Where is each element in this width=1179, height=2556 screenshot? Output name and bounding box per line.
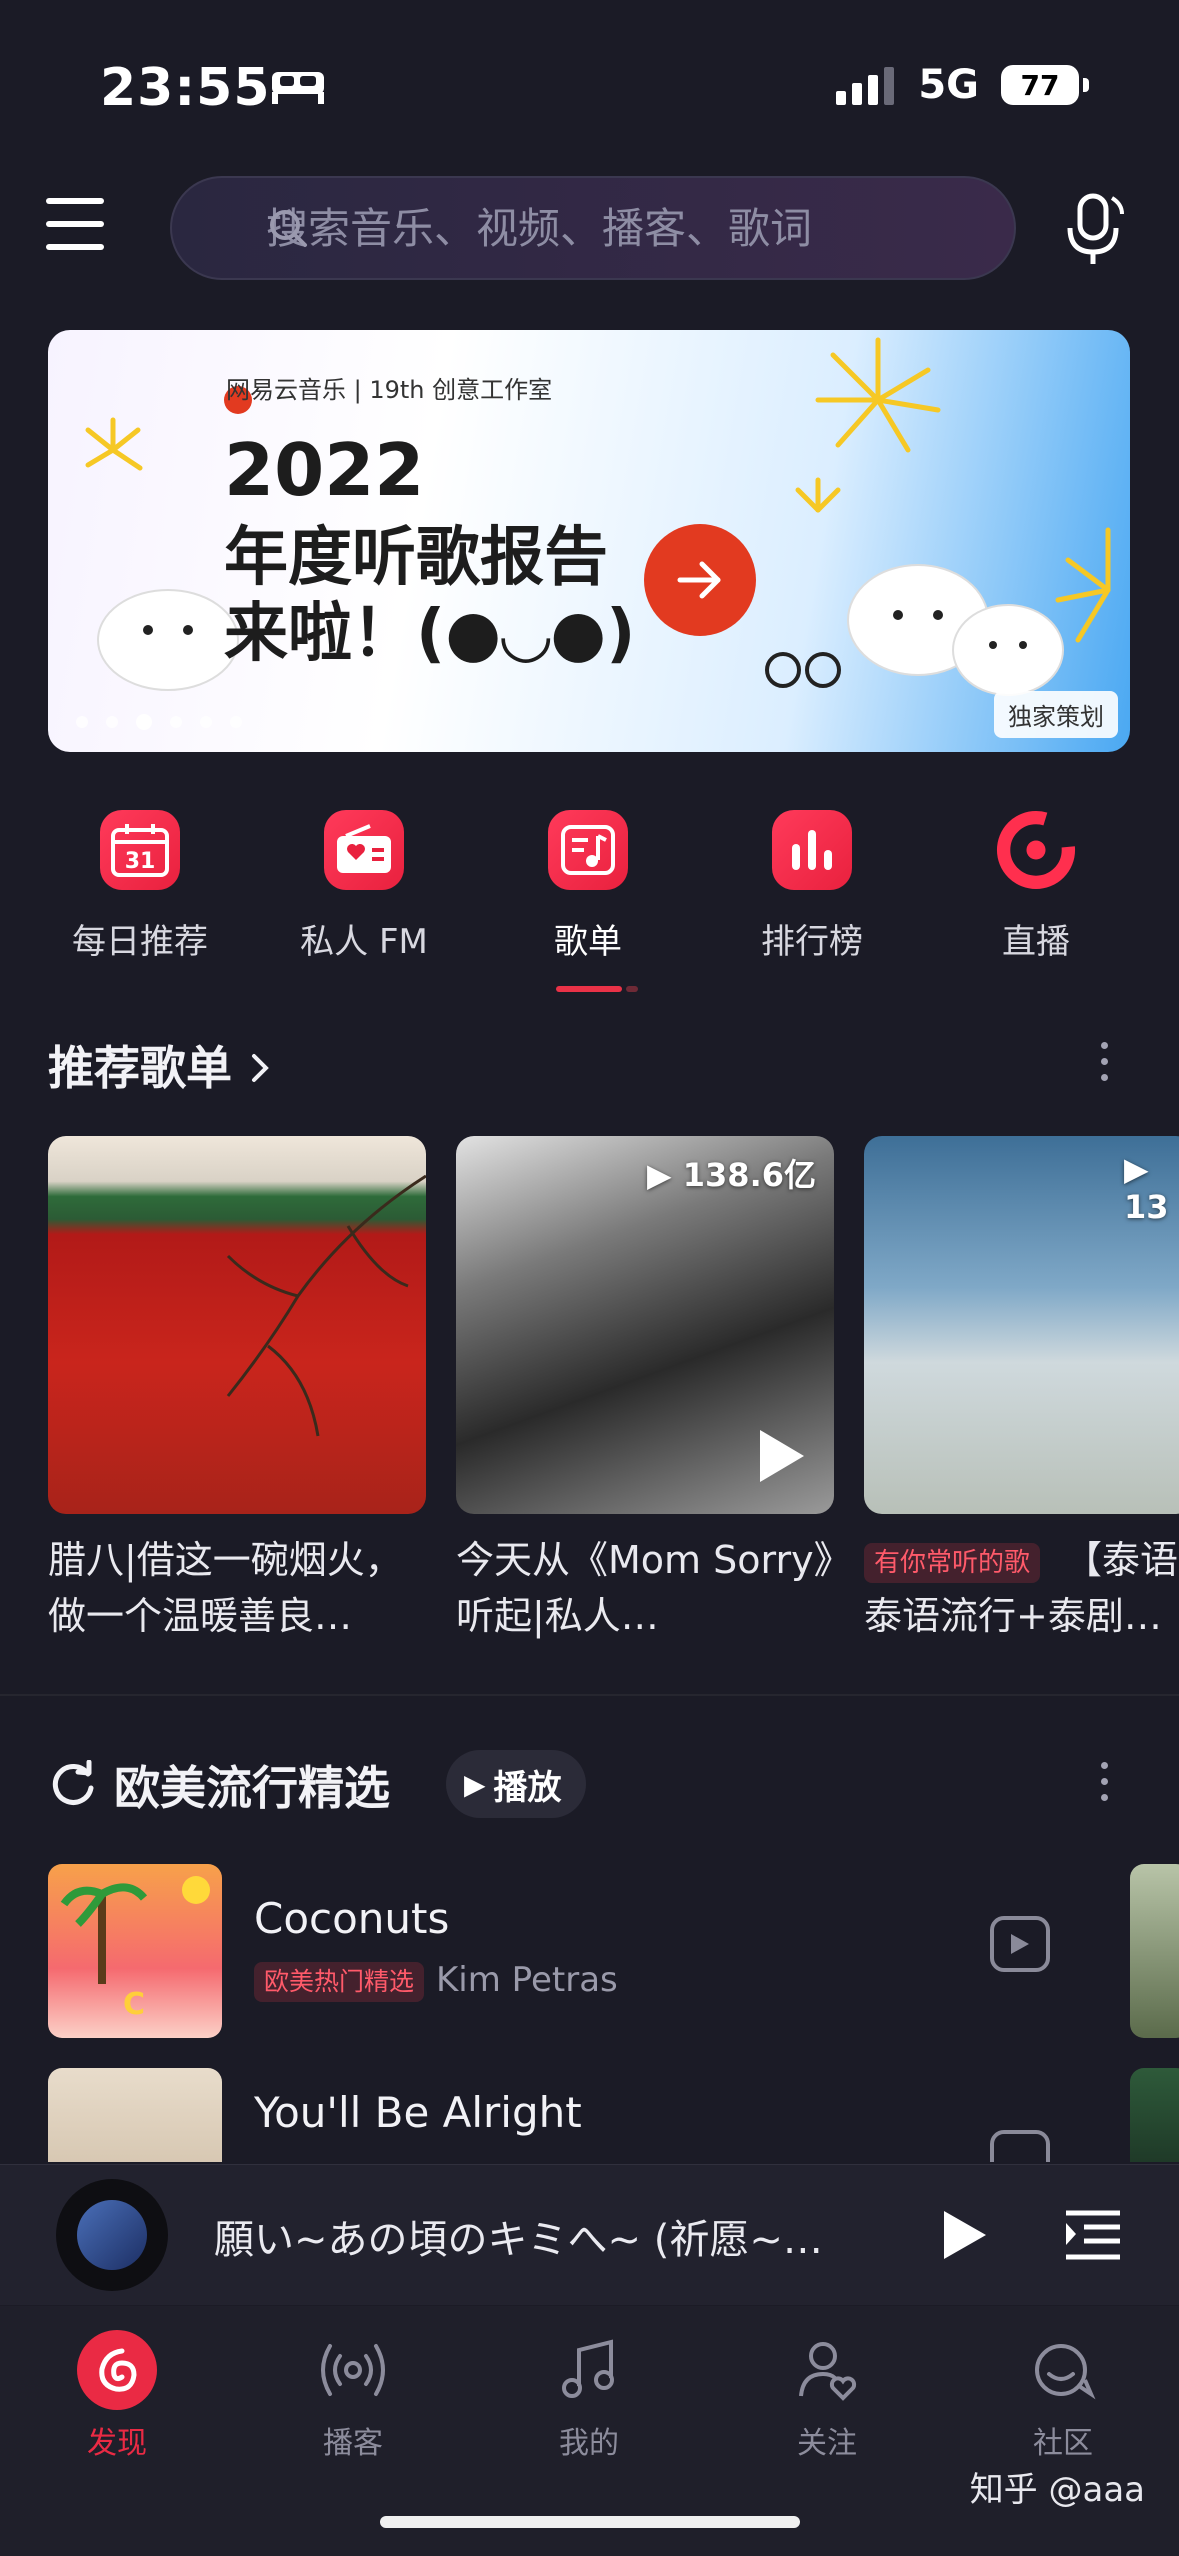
tab-podcast[interactable]: 播客: [278, 2330, 428, 2462]
signal-icon: [836, 67, 895, 105]
song-meta: 欧美热门精选 Kim Petras: [254, 1960, 618, 2002]
radio-icon: [324, 810, 404, 890]
more-options-icon[interactable]: [1098, 1042, 1110, 1090]
podcast-icon: [313, 2330, 393, 2410]
section-title-western: 欧美流行精选: [48, 1752, 390, 1818]
chart-icon: [772, 810, 852, 890]
tab-mine[interactable]: 我的: [514, 2330, 664, 2462]
search-input[interactable]: [264, 202, 1014, 254]
play-triangle-icon: ▶: [647, 1156, 672, 1194]
promo-banner[interactable]: 网易云音乐 | 19th 创意工作室 2022 年度听歌报告 来啦！(●◡●) …: [48, 330, 1130, 752]
quick-nav-daily[interactable]: 31 每日推荐: [40, 810, 240, 963]
play-count: ▶ 13: [1124, 1150, 1169, 1226]
banner-subheadline: 来啦！(●◡●): [224, 597, 636, 671]
quick-nav-label: 排行榜: [761, 922, 863, 962]
quick-nav-label: 歌单: [554, 922, 622, 962]
search-box[interactable]: [170, 176, 1016, 280]
tab-label: 播客: [323, 2426, 383, 2461]
banner-tag: 独家策划: [994, 691, 1118, 738]
playlist-card[interactable]: 腊八|借这一碗烟火，做一个温暖善良…: [48, 1136, 426, 1644]
playlist-cover: [48, 1136, 426, 1514]
play-button-icon[interactable]: [752, 1426, 808, 1486]
song-row[interactable]: C Coconuts 欧美热门精选 Kim Petras: [48, 1864, 1130, 2040]
play-count: ▶ 138.6亿: [647, 1156, 816, 1194]
status-time: 23:55: [100, 58, 271, 118]
status-right: 5G 77: [836, 62, 1089, 108]
battery-indicator: 77: [1001, 65, 1079, 105]
song-cover: [48, 2068, 222, 2162]
calendar-day: 31: [125, 849, 156, 874]
arrow-right-icon: [677, 561, 721, 599]
play-all-button[interactable]: ▶ 播放: [446, 1750, 586, 1818]
branch-decoration: [226, 1174, 426, 1437]
song-tag: 欧美热门精选: [254, 1961, 425, 2002]
quick-nav-label: 直播: [1002, 922, 1070, 962]
more-options-icon[interactable]: [1098, 1762, 1110, 1810]
next-song-preview: [1130, 2068, 1179, 2162]
svg-text:C: C: [123, 1987, 145, 2022]
refresh-icon[interactable]: [48, 1760, 98, 1810]
playlist-tag: 有你常听的歌: [864, 1542, 1041, 1583]
playlist-title: 有你常听的歌 【泰语 泰语流行+泰剧…: [864, 1538, 1179, 1638]
live-icon: [996, 810, 1076, 890]
tab-label: 发现: [87, 2426, 147, 2461]
now-playing-title: 願い~あの頃のキミへ~ (祈愿~…: [214, 2217, 823, 2263]
album-disc: [56, 2179, 168, 2291]
watermark: 知乎 @aaa: [969, 2470, 1145, 2510]
play-triangle-icon: ▶: [1124, 1150, 1149, 1188]
section-title-recommend[interactable]: 推荐歌单: [48, 1032, 274, 1098]
section-divider: [0, 1694, 1179, 1696]
playlist-title: 今天从《Mom Sorry》听起|私人…: [456, 1538, 833, 1638]
calendar-icon: 31: [100, 810, 180, 890]
song-cover: C: [48, 1864, 222, 2038]
playlist-title: 腊八|借这一碗烟火，做一个温暖善良…: [48, 1538, 403, 1638]
voice-search-icon[interactable]: [1060, 192, 1128, 268]
quick-nav-fm[interactable]: 私人 FM: [264, 810, 464, 963]
banner-brand: 网易云音乐 | 19th 创意工作室: [226, 376, 553, 404]
song-artist: Kim Petras: [436, 1960, 618, 2000]
quick-nav-indicator-dot: [626, 986, 638, 992]
quick-nav-label: 私人 FM: [300, 922, 428, 962]
netease-logo-icon: [77, 2330, 157, 2410]
menu-icon[interactable]: [46, 198, 104, 254]
play-video-icon[interactable]: [990, 1916, 1050, 1972]
song-title: You'll Be Alright: [254, 2088, 582, 2137]
tab-label: 社区: [1033, 2426, 1093, 2461]
tab-label: 关注: [797, 2426, 857, 2461]
song-title: Coconuts: [254, 1894, 450, 1943]
next-song-preview: [1130, 1864, 1179, 2038]
music-note-icon: [549, 2330, 629, 2410]
playlist-cover: ▶ 13: [864, 1136, 1179, 1514]
network-label: 5G: [918, 62, 979, 108]
sleep-mode-icon: [270, 66, 326, 110]
banner-pagination: [76, 714, 242, 730]
search-icon: [270, 210, 307, 247]
playlist-card[interactable]: ▶ 138.6亿 今天从《Mom Sorry》听起|私人…: [456, 1136, 834, 1644]
follow-icon: [787, 2330, 867, 2410]
song-row[interactable]: You'll Be Alright: [48, 2068, 1130, 2162]
play-triangle-icon: ▶: [464, 1767, 486, 1801]
playlist-card[interactable]: ▶ 13 有你常听的歌 【泰语 泰语流行+泰剧…: [864, 1136, 1179, 1644]
mini-player[interactable]: 願い~あの頃のキミへ~ (祈愿~…: [0, 2164, 1179, 2305]
banner-arrow-button[interactable]: [644, 524, 756, 636]
quick-nav-label: 每日推荐: [72, 922, 208, 962]
play-icon[interactable]: [938, 2207, 990, 2263]
quick-nav-live[interactable]: 直播: [936, 810, 1136, 963]
community-icon: [1023, 2330, 1103, 2410]
play-video-icon[interactable]: [990, 2130, 1050, 2162]
banner-year: 2022: [224, 428, 425, 512]
tab-discover[interactable]: 发现: [42, 2330, 192, 2462]
quick-nav-indicator: [556, 986, 622, 992]
quick-nav-playlist[interactable]: 歌单: [488, 810, 688, 963]
tab-label: 我的: [559, 2426, 619, 2461]
tab-follow[interactable]: 关注: [752, 2330, 902, 2462]
playlist-cover: ▶ 138.6亿: [456, 1136, 834, 1514]
chevron-right-icon: [252, 1054, 269, 1082]
playlist-queue-icon[interactable]: [1064, 2209, 1122, 2261]
home-indicator[interactable]: [380, 2516, 800, 2528]
quick-nav-charts[interactable]: 排行榜: [712, 810, 912, 963]
tab-community[interactable]: 社区: [988, 2330, 1138, 2462]
playlist-icon: [548, 810, 628, 890]
battery-tip: [1083, 78, 1089, 92]
